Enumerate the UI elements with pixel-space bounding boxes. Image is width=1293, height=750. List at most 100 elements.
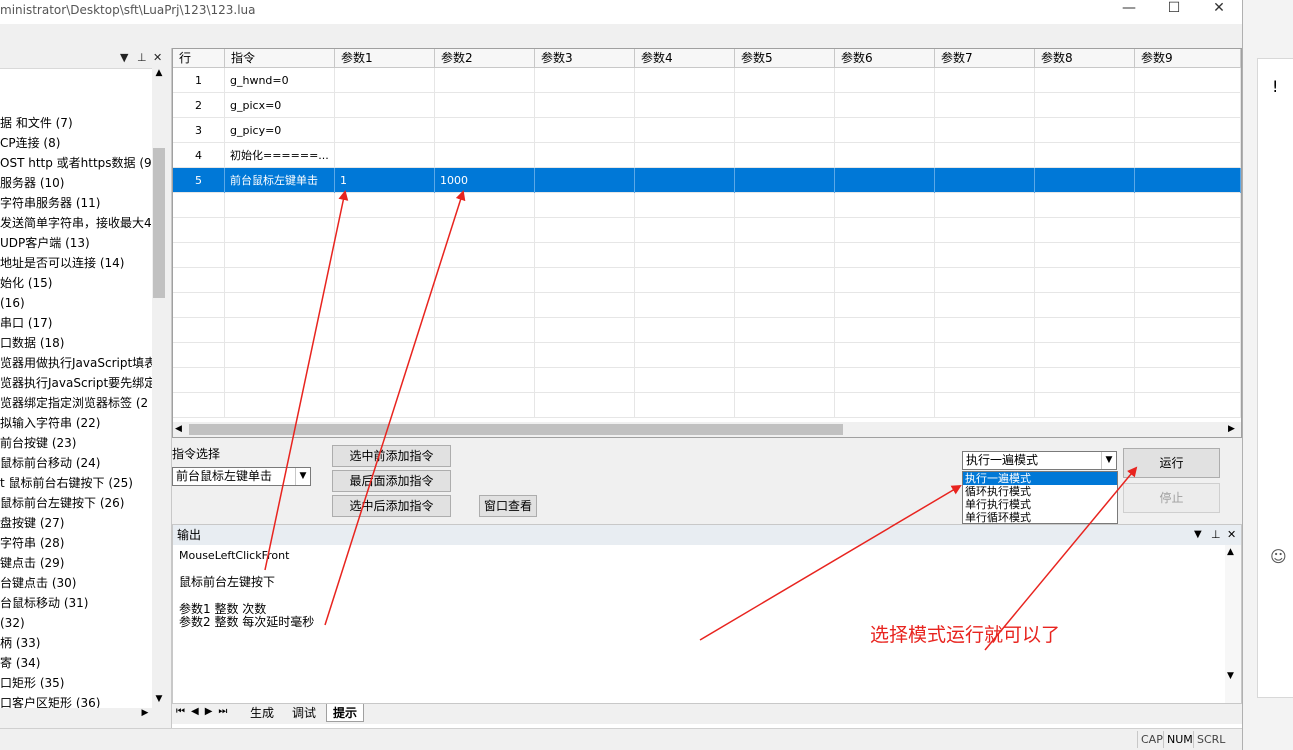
table-cell[interactable] [635,118,735,143]
tree-item[interactable]: t 鼠标前台右键按下 (25) [0,473,133,493]
run-mode-select[interactable]: 执行一遍模式 ▼ [962,451,1117,470]
tree-item[interactable]: 寄 (34) [0,653,40,673]
table-cell[interactable] [835,293,935,318]
scroll-up-icon[interactable]: ▲ [1227,547,1234,557]
table-cell[interactable] [1035,318,1135,343]
table-cell[interactable] [173,343,225,368]
table-cell[interactable] [335,243,435,268]
table-cell[interactable]: 4 [173,143,225,168]
tree-item[interactable]: OST http 或者https数据 (9) [0,153,152,173]
chevron-down-icon[interactable]: ▼ [1101,452,1116,469]
table-cell[interactable] [435,393,535,418]
table-cell[interactable] [435,368,535,393]
table-cell[interactable] [1035,243,1135,268]
table-cell[interactable] [535,243,635,268]
tab-build[interactable]: 生成 [244,704,280,722]
table-cell[interactable] [1035,68,1135,93]
tree-item[interactable]: (16) [0,293,25,313]
tree-item[interactable]: 台键点击 (30) [0,573,76,593]
table-cell[interactable] [635,143,735,168]
emoji-icon[interactable]: ☺ [1270,547,1287,566]
table-cell[interactable] [1035,218,1135,243]
table-cell[interactable] [935,318,1035,343]
table-cell[interactable] [835,368,935,393]
table-cell[interactable] [935,143,1035,168]
table-cell[interactable] [1035,393,1135,418]
table-cell[interactable] [1135,368,1241,393]
tree-item[interactable]: 口客户区矩形 (36) [0,693,100,708]
table-cell[interactable] [1135,168,1241,193]
table-cell[interactable] [535,393,635,418]
close-icon[interactable]: ✕ [153,51,162,64]
table-row[interactable]: 2 g_picx=0 [173,93,1241,118]
table-cell[interactable] [1135,318,1241,343]
close-icon[interactable]: ✕ [1227,525,1236,545]
table-cell[interactable] [735,318,835,343]
table-cell[interactable] [1135,93,1241,118]
table-cell[interactable] [335,93,435,118]
tree-item[interactable]: 柄 (33) [0,633,40,653]
table-cell[interactable] [835,318,935,343]
tree-item[interactable]: 鼠标前台移动 (24) [0,453,100,473]
run-button[interactable]: 运行 [1123,448,1220,478]
table-cell[interactable] [835,268,935,293]
table-cell[interactable] [225,393,335,418]
scroll-down-icon[interactable]: ▼ [153,694,165,708]
table-cell[interactable] [1035,143,1135,168]
table-cell[interactable] [435,268,535,293]
column-header[interactable]: 指令 [225,49,335,68]
table-cell[interactable] [935,343,1035,368]
table-cell[interactable] [435,318,535,343]
table-cell[interactable] [435,293,535,318]
minimize-button[interactable]: — [1111,0,1147,18]
tree-vertical-scrollbar[interactable]: ▲ ▼ [152,68,166,708]
table-cell[interactable] [935,168,1035,193]
table-cell[interactable] [835,93,935,118]
table-cell[interactable] [1135,143,1241,168]
table-row[interactable] [173,343,1241,368]
run-mode-option[interactable]: 循环执行模式 [963,485,1117,498]
tree-item[interactable]: 览器用做执行JavaScript填表 [0,353,152,373]
add-after-button[interactable]: 选中后添加指令 [332,495,451,517]
table-row[interactable]: 1 g_hwnd=0 [173,68,1241,93]
table-cell[interactable] [225,218,335,243]
window-view-button[interactable]: 窗口查看 [479,495,537,517]
table-cell[interactable] [1135,268,1241,293]
table-cell[interactable] [173,318,225,343]
table-cell[interactable] [735,193,835,218]
table-cell[interactable] [1035,368,1135,393]
table-cell[interactable] [173,268,225,293]
table-cell[interactable] [635,243,735,268]
table-cell[interactable] [1135,393,1241,418]
table-cell[interactable] [225,343,335,368]
table-cell[interactable] [735,218,835,243]
scrollbar-thumb[interactable] [153,148,165,298]
table-cell[interactable] [935,68,1035,93]
table-cell[interactable] [335,368,435,393]
column-header[interactable]: 参数3 [535,49,635,68]
table-cell[interactable] [335,68,435,93]
table-cell[interactable]: 3 [173,118,225,143]
command-tree[interactable]: 据 和文件 (7) CP连接 (8) OST http 或者https数据 (9) 服… [0,68,152,708]
table-cell[interactable]: 1 [173,68,225,93]
table-cell[interactable] [735,143,835,168]
tree-item[interactable]: 口数据 (18) [0,333,64,353]
table-cell[interactable] [735,68,835,93]
table-cell[interactable] [225,368,335,393]
table-cell[interactable] [935,93,1035,118]
table-row[interactable] [173,368,1241,393]
dropdown-icon[interactable]: ▼ [120,51,128,64]
table-cell[interactable] [935,393,1035,418]
table-cell[interactable]: 1000 [435,168,535,193]
chevron-down-icon[interactable]: ▼ [295,468,310,485]
pin-icon[interactable]: ⊥ [137,51,147,64]
command-select[interactable]: 前台鼠标左键单击 ▼ [172,467,311,486]
grid-horizontal-scrollbar[interactable]: ◀ ▶ [173,422,1241,437]
table-cell[interactable] [635,193,735,218]
table-cell[interactable] [535,293,635,318]
tab-hint[interactable]: 提示 [326,704,365,722]
table-cell[interactable] [435,68,535,93]
output-text[interactable]: MouseLeftClickFront 鼠标前台左键按下 参数1 整数 次数 参… [173,545,1225,703]
table-cell[interactable]: g_hwnd=0 [225,68,335,93]
table-cell[interactable] [535,218,635,243]
